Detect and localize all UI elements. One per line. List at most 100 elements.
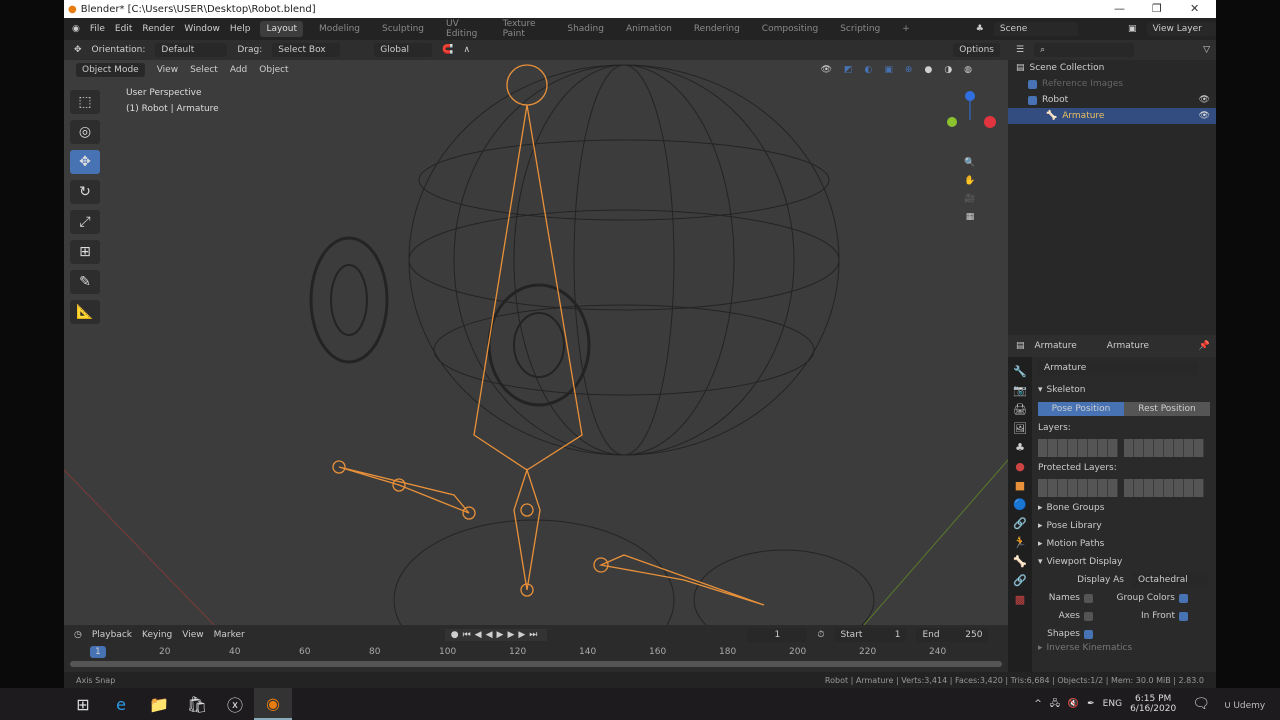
output-tab-icon[interactable]: 🖨 xyxy=(1013,403,1027,416)
pose-position-button[interactable]: Pose Position xyxy=(1038,402,1124,416)
clock[interactable]: 6:15 PM 6/16/2020 xyxy=(1130,694,1176,714)
minimize-button[interactable]: — xyxy=(1114,2,1125,15)
tab-shading[interactable]: Shading xyxy=(561,21,610,37)
xbox-icon[interactable]: ⓧ xyxy=(216,688,254,720)
frame-ruler[interactable]: 1 20 40 60 80 100 120 140 160 180 200 220 240 xyxy=(64,645,1008,661)
pan-hand-icon[interactable]: ✋ xyxy=(964,176,975,186)
tab-layout[interactable]: Layout xyxy=(260,21,304,37)
start-frame-field[interactable]: Start 1 xyxy=(834,628,907,642)
tab-rendering[interactable]: Rendering xyxy=(688,21,746,37)
notifications-icon[interactable]: 🗨 xyxy=(1192,696,1210,712)
zoom-icon[interactable]: 🔍 xyxy=(964,158,975,168)
pen-icon[interactable]: ✒ xyxy=(1087,699,1095,709)
maximize-button[interactable]: ❐ xyxy=(1152,2,1162,15)
tab-modeling[interactable]: Modeling xyxy=(313,21,366,37)
armature-datablock[interactable]: Armature xyxy=(1038,361,1198,375)
view-layer-selector[interactable]: View Layer xyxy=(1146,22,1216,36)
stopwatch-icon[interactable]: ⏱ xyxy=(817,630,824,640)
tray-chevron-icon[interactable]: ^ xyxy=(1034,699,1042,709)
in-front-checkbox[interactable] xyxy=(1179,611,1188,621)
snap-icon[interactable]: 🧲 xyxy=(442,45,453,55)
shading-wireframe-icon[interactable]: ⊕ xyxy=(905,65,913,75)
blender-menu-icon[interactable]: ◉ xyxy=(72,24,80,34)
shading-rendered-icon[interactable]: ◍ xyxy=(964,65,972,75)
start-icon[interactable]: ⊞ xyxy=(64,688,102,720)
select-box-tool[interactable]: ⬚ xyxy=(70,90,100,114)
pin-icon[interactable]: 📌 xyxy=(1199,341,1210,351)
constraint-tab-icon[interactable]: 🔗 xyxy=(1013,517,1027,530)
protected-layers-grid[interactable] xyxy=(1034,477,1214,499)
tab-scripting[interactable]: Scripting xyxy=(834,21,886,37)
modifier-tab-icon[interactable]: 🔵 xyxy=(1013,498,1027,511)
panel-skeleton[interactable]: ▾ Skeleton xyxy=(1034,381,1214,399)
blender-taskbar-icon[interactable]: ◉ xyxy=(254,688,292,720)
panel-viewport-display[interactable]: ▾ Viewport Display xyxy=(1034,553,1214,571)
language-indicator[interactable]: ENG xyxy=(1103,699,1122,709)
axis-gizmo[interactable] xyxy=(940,90,1000,150)
tab-texture-paint[interactable]: Texture Paint xyxy=(497,16,552,42)
playhead[interactable]: 1 xyxy=(90,646,106,658)
checkbox[interactable] xyxy=(1028,95,1037,105)
menu-window[interactable]: Window xyxy=(184,24,220,34)
panel-motion-paths[interactable]: ▸ Motion Paths xyxy=(1034,535,1214,553)
tool-tab-icon[interactable]: 🔧 xyxy=(1013,365,1027,378)
mode-dropdown[interactable]: Object Mode xyxy=(76,63,145,77)
transform-tool[interactable]: ⊞ xyxy=(70,240,100,264)
menu-edit[interactable]: Edit xyxy=(115,24,132,34)
gizmo-icon[interactable]: ◩ xyxy=(844,65,853,75)
panel-bone-groups[interactable]: ▸ Bone Groups xyxy=(1034,499,1214,517)
texture-tab-icon[interactable]: ▩ xyxy=(1015,593,1025,606)
tab-compositing[interactable]: Compositing xyxy=(756,21,824,37)
rotate-tool[interactable]: ↻ xyxy=(70,180,100,204)
viewport-menu-view[interactable]: View xyxy=(157,65,178,75)
group-colors-checkbox[interactable] xyxy=(1179,593,1188,603)
axes-checkbox[interactable] xyxy=(1084,611,1093,621)
checkbox[interactable] xyxy=(1028,79,1037,89)
menu-render[interactable]: Render xyxy=(142,24,174,34)
ortho-grid-icon[interactable]: ▦ xyxy=(966,212,975,222)
outliner-item-armature[interactable]: 🦴 Armature 👁 xyxy=(1008,108,1216,124)
filter-icon[interactable]: ▽ xyxy=(1203,45,1210,55)
move-tool[interactable]: ✥ xyxy=(70,150,100,174)
visibility-icon[interactable]: 👁 xyxy=(821,65,832,75)
outliner-item-reference-images[interactable]: Reference Images xyxy=(1008,76,1216,92)
edge-icon[interactable]: e xyxy=(102,688,140,720)
timeline-menu-keying[interactable]: Keying xyxy=(142,630,172,640)
orientation-dropdown[interactable]: Default xyxy=(155,43,228,57)
outliner-search[interactable]: ⌕ xyxy=(1034,43,1135,57)
panel-pose-library[interactable]: ▸ Pose Library xyxy=(1034,517,1214,535)
drag-dropdown[interactable]: Select Box xyxy=(272,43,341,57)
scene-tab-icon[interactable]: ♣ xyxy=(1015,441,1025,454)
playback-controls[interactable]: ●⏮◀◀▶▶▶⏭ xyxy=(444,629,548,641)
add-workspace-button[interactable]: + xyxy=(896,21,916,37)
transform-orientation-dropdown[interactable]: Global xyxy=(374,43,433,57)
timeline-menu-playback[interactable]: Playback xyxy=(92,630,132,640)
overlay-icon[interactable]: ◐ xyxy=(865,65,873,75)
outliner-item-robot[interactable]: Robot 👁 xyxy=(1008,92,1216,108)
menu-help[interactable]: Help xyxy=(230,24,251,34)
menu-file[interactable]: File xyxy=(90,24,105,34)
options-dropdown[interactable]: Options xyxy=(953,43,1000,57)
outliner-item-scene-collection[interactable]: ▤ Scene Collection xyxy=(1008,60,1216,76)
display-as-dropdown[interactable]: Octahedral xyxy=(1132,573,1208,587)
viewport-menu-select[interactable]: Select xyxy=(190,65,218,75)
measure-tool[interactable]: 📐 xyxy=(70,300,100,324)
viewport-menu-object[interactable]: Object xyxy=(259,65,288,75)
shading-material-icon[interactable]: ◑ xyxy=(944,65,952,75)
rest-position-button[interactable]: Rest Position xyxy=(1124,402,1210,416)
world-tab-icon[interactable]: ● xyxy=(1015,460,1025,473)
eye-icon[interactable]: 👁 xyxy=(1199,111,1210,121)
store-icon[interactable]: 🛍 xyxy=(178,688,216,720)
file-explorer-icon[interactable]: 📁 xyxy=(140,688,178,720)
viewport-menu-add[interactable]: Add xyxy=(230,65,247,75)
bone-tab-icon[interactable]: 🦴 xyxy=(1013,555,1027,568)
close-button[interactable]: ✕ xyxy=(1190,2,1199,15)
cursor-tool[interactable]: ◎ xyxy=(70,120,100,144)
shading-solid-icon[interactable]: ● xyxy=(924,65,932,75)
editor-type-icon[interactable]: ◷ xyxy=(74,630,82,640)
transform-pivot-icon[interactable]: ✥ xyxy=(74,45,82,55)
names-checkbox[interactable] xyxy=(1084,593,1093,603)
current-frame-field[interactable]: 1 xyxy=(747,628,808,642)
tab-animation[interactable]: Animation xyxy=(620,21,678,37)
eye-icon[interactable]: 👁 xyxy=(1199,95,1210,105)
